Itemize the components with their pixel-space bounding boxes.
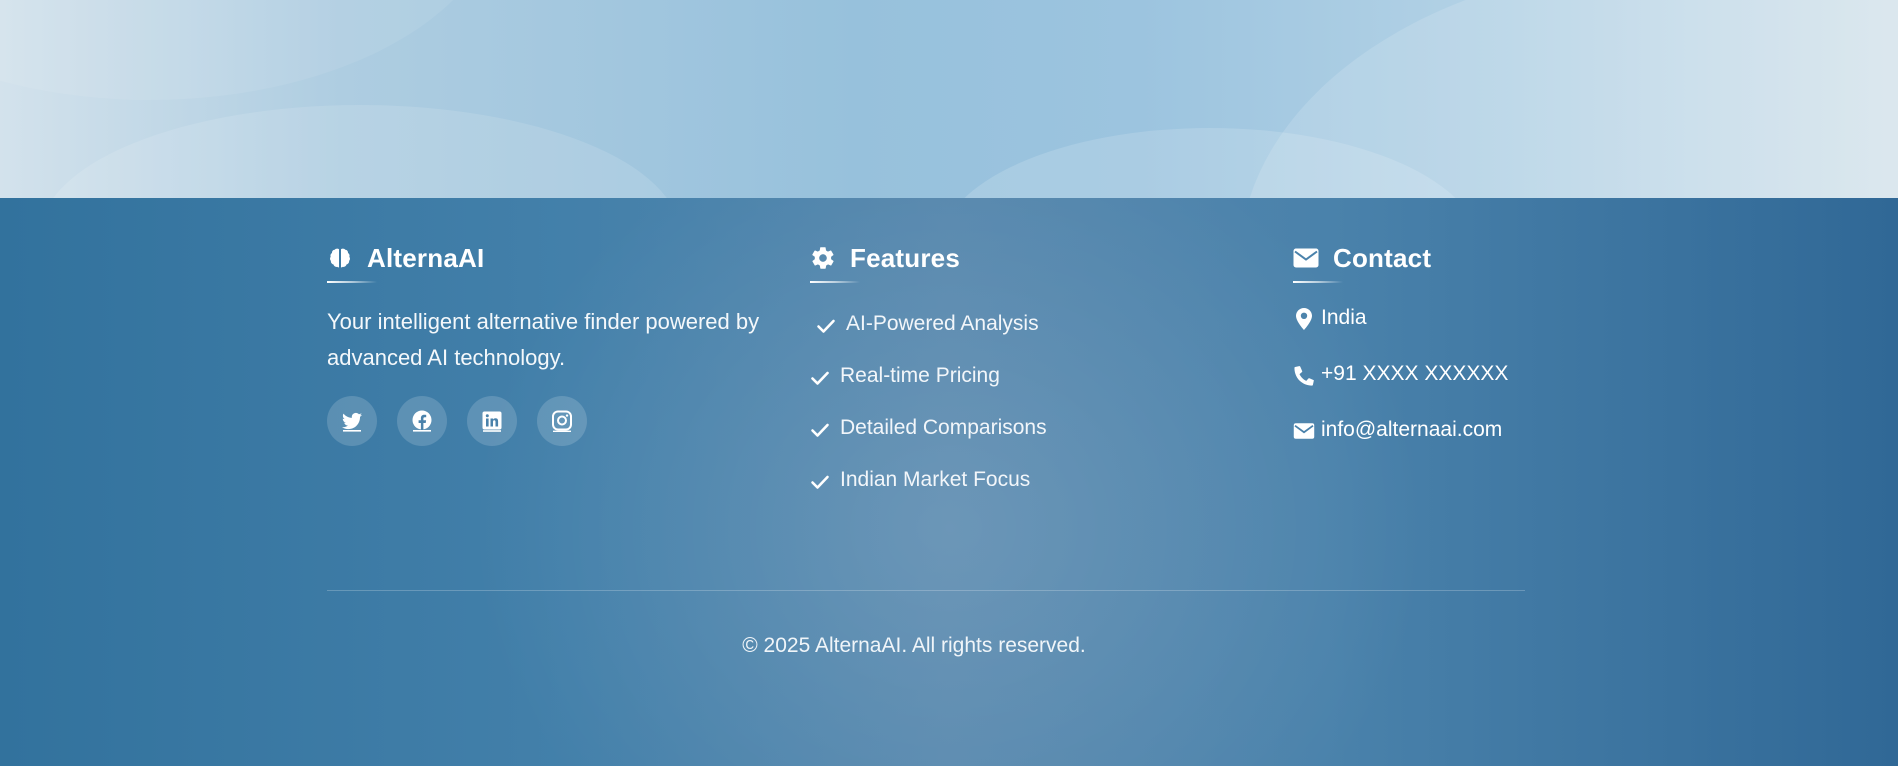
envelope-icon (1293, 419, 1315, 443)
social-links (327, 396, 587, 446)
features-title: Features (850, 242, 960, 273)
list-item: Detailed Comparisons (810, 416, 1047, 468)
hero-band-background (0, 0, 1898, 198)
list-item: Real-time Pricing (810, 364, 1047, 416)
footer-divider (327, 590, 1525, 591)
contact-phone-text: +91 XXXX XXXXXX (1321, 362, 1509, 385)
background-wave (1240, 0, 1898, 198)
map-pin-icon (1293, 307, 1315, 331)
instagram-icon (550, 409, 574, 433)
background-wave (0, 0, 500, 100)
feature-label: Indian Market Focus (840, 468, 1031, 491)
heading-underline (1293, 281, 1343, 283)
copyright-text: © 2025 AlternaAI. All rights reserved. (742, 634, 1086, 657)
facebook-link[interactable] (397, 396, 447, 446)
heading-underline (327, 281, 377, 283)
facebook-icon (410, 409, 434, 433)
instagram-link[interactable] (537, 396, 587, 446)
twitter-link[interactable] (327, 396, 377, 446)
brand-heading: AlternaAI (327, 242, 484, 274)
check-icon (810, 472, 830, 492)
linkedin-icon (480, 409, 504, 433)
check-icon (810, 368, 830, 388)
brain-icon (327, 245, 353, 271)
twitter-icon (340, 409, 364, 433)
contact-list: India +91 XXXX XXXXXX info@alternaai.com (1293, 306, 1508, 474)
contact-location: India (1293, 306, 1508, 362)
features-list: AI-Powered Analysis Real-time Pricing De… (810, 312, 1047, 520)
contact-location-text: India (1321, 306, 1367, 329)
contact-email[interactable]: info@alternaai.com (1293, 418, 1508, 474)
contact-phone[interactable]: +91 XXXX XXXXXX (1293, 362, 1508, 418)
check-icon (810, 420, 830, 440)
features-heading: Features (810, 242, 960, 274)
gear-icon (810, 245, 836, 271)
feature-label: AI-Powered Analysis (846, 312, 1039, 335)
contact-email-text: info@alternaai.com (1321, 418, 1503, 441)
list-item: Indian Market Focus (810, 468, 1047, 520)
feature-label: Real-time Pricing (840, 364, 1000, 387)
check-icon (816, 316, 836, 336)
contact-title: Contact (1333, 242, 1432, 273)
feature-label: Detailed Comparisons (840, 416, 1047, 439)
list-item: AI-Powered Analysis (810, 312, 1047, 364)
phone-icon (1293, 363, 1315, 387)
envelope-icon (1293, 245, 1319, 271)
brand-description: Your intelligent alternative finder powe… (327, 309, 760, 370)
heading-underline (810, 281, 860, 283)
site-footer: AlternaAI Your intelligent alternative f… (0, 198, 1898, 766)
contact-heading: Contact (1293, 242, 1431, 274)
background-wave (40, 105, 680, 198)
brand-title: AlternaAI (367, 242, 485, 273)
linkedin-link[interactable] (467, 396, 517, 446)
